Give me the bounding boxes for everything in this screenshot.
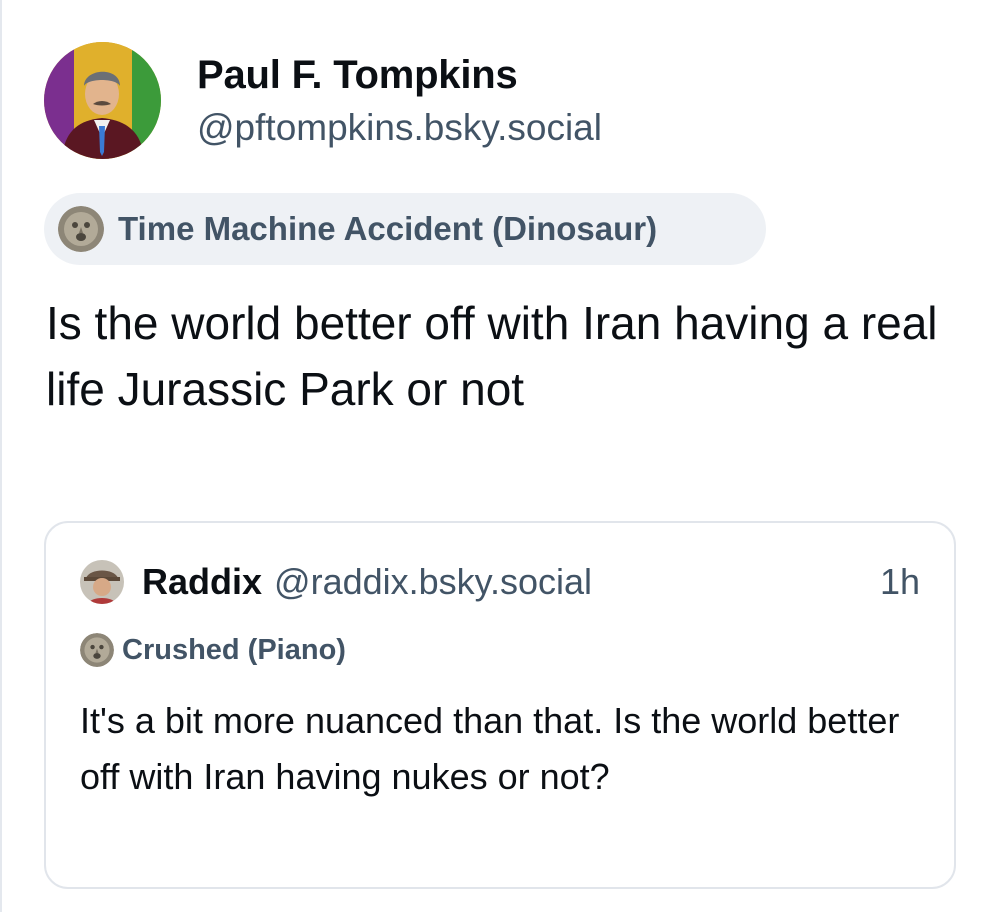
quoted-post-timestamp[interactable]: 1h bbox=[880, 561, 920, 603]
avatar-man-in-suit-icon bbox=[44, 42, 161, 159]
quoted-post-text: It's a bit more nuanced than that. Is th… bbox=[80, 700, 900, 797]
author-handle[interactable]: @pftompkins.bsky.social bbox=[197, 103, 602, 153]
quoted-post-header: Raddix @raddix.bsky.social 1h bbox=[80, 559, 920, 605]
quoted-author-display-name[interactable]: Raddix bbox=[142, 561, 262, 603]
quoted-post-card[interactable]: Raddix @raddix.bsky.social 1h Crushed (P… bbox=[44, 521, 956, 889]
quoted-author-avatar[interactable] bbox=[80, 560, 124, 604]
content-label-pill[interactable]: Time Machine Accident (Dinosaur) bbox=[44, 193, 766, 265]
post-header: Paul F. Tompkins @pftompkins.bsky.social bbox=[44, 42, 602, 159]
left-divider bbox=[0, 0, 2, 912]
quoted-content-label[interactable]: Crushed (Piano) bbox=[80, 633, 346, 667]
author-display-name[interactable]: Paul F. Tompkins bbox=[197, 49, 602, 101]
stone-face-icon bbox=[80, 633, 114, 667]
content-label-text: Time Machine Accident (Dinosaur) bbox=[118, 210, 658, 247]
avatar-person-with-hat-icon bbox=[80, 560, 124, 604]
post-text: Is the world better off with Iran having… bbox=[46, 297, 938, 415]
author-avatar[interactable] bbox=[44, 42, 161, 159]
stone-face-icon bbox=[58, 206, 104, 252]
quoted-author-handle[interactable]: @raddix.bsky.social bbox=[274, 561, 592, 603]
quoted-content-label-text: Crushed (Piano) bbox=[122, 633, 346, 666]
